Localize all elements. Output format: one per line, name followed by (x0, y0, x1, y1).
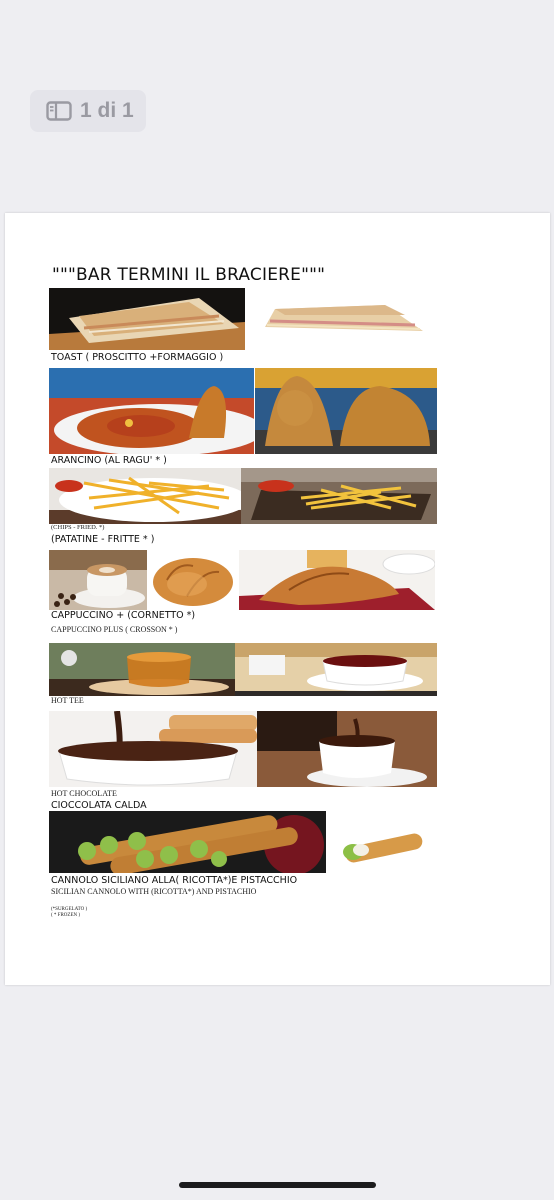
tea-label-en: HOT TEE (51, 696, 84, 705)
home-indicator[interactable] (179, 1182, 376, 1188)
toast-photo-sandwich (255, 301, 427, 339)
toast-label: TOAST ( PROSCITTO +FORMAGGIO ) (51, 352, 224, 363)
fries-photo-plate (49, 468, 241, 524)
cannolo-photo-board (49, 811, 326, 873)
toast-photo-board (49, 288, 245, 350)
fries-label: (PATATINE - FRITTE * ) (51, 534, 155, 545)
tea-photo-cup (235, 643, 437, 696)
cappuccino-photo-cup (49, 550, 147, 610)
fries-photo-board (241, 468, 437, 524)
cappuccino-label-en: CAPPUCCINO PLUS ( CROSSON * ) (51, 625, 178, 634)
note-frozen: ( * FROZEN ) (51, 913, 81, 918)
cannolo-photo-single (335, 826, 427, 866)
fries-label-en: (CHIPS - FRIED. *) (51, 524, 105, 531)
document-page: """BAR TERMINI IL BRACIERE""" TOAST ( PR… (5, 213, 550, 985)
tea-photo-glass (49, 643, 235, 696)
cappuccino-label: CAPPUCCINO + (CORNETTO *) (51, 610, 196, 621)
cannolo-label: CANNOLO SICILIANO ALLA( RICOTTA*)E PISTA… (51, 875, 298, 886)
cannolo-label-en: SICILIAN CANNOLO WITH (RICOTTA*) AND PIS… (51, 887, 257, 896)
croissant-photo-close (147, 550, 239, 610)
sidebar-icon (46, 101, 72, 121)
page-indicator-button[interactable]: 1 di 1 (30, 90, 146, 132)
menu-title: """BAR TERMINI IL BRACIERE""" (52, 265, 326, 285)
page-indicator-label: 1 di 1 (80, 99, 134, 122)
arancino-photo-plate (49, 368, 254, 454)
note-surgelato: (*SURGELATO ) (51, 907, 88, 912)
chocolate-label-en: HOT CHOCOLATE (51, 789, 117, 798)
chocolate-photo-cup (257, 711, 437, 787)
croissant-photo-table (239, 550, 435, 610)
chocolate-photo-pour (49, 711, 257, 787)
arancino-label: ARANCINO (AL RAGU' * ) (51, 455, 167, 466)
arancino-photo-pair (255, 368, 437, 454)
chocolate-label: CIOCCOLATA CALDA (51, 800, 147, 811)
